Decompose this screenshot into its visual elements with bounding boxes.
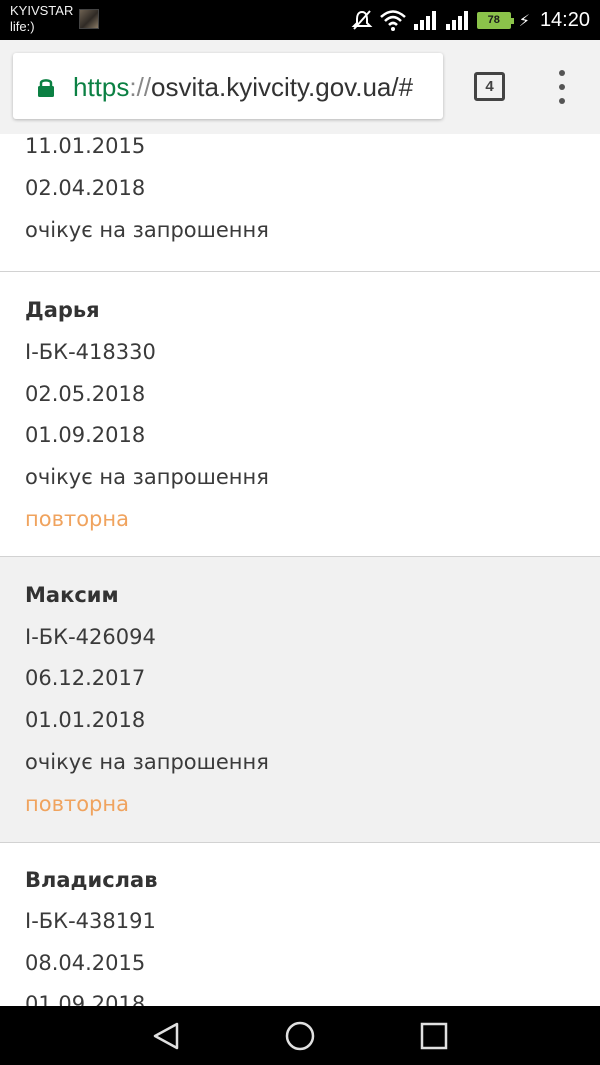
wifi-icon <box>379 10 406 31</box>
date-submitted: 06.12.2017 <box>25 666 146 690</box>
application-id: І-БК-418330 <box>25 340 156 364</box>
lock-icon <box>38 79 54 97</box>
application-id: І-БК-426094 <box>25 625 156 649</box>
url-scheme: https <box>73 72 130 102</box>
clock: 14:20 <box>539 8 590 31</box>
status-bar: KYIVSTAR life:) 78 ⚡ 14:20 <box>0 0 600 40</box>
back-icon[interactable] <box>150 1020 182 1052</box>
child-name: Максим <box>25 583 119 607</box>
url-host: osvita.kyivcity.gov.ua/# <box>151 72 414 102</box>
mute-icon <box>351 10 373 30</box>
status-text: очікує на запрошення <box>25 750 269 774</box>
system-nav-bar <box>0 1006 600 1065</box>
list-item[interactable]: Максим І-БК-426094 06.12.2017 01.01.2018… <box>0 557 600 843</box>
child-name: Дарья <box>25 298 100 322</box>
signal-icon <box>413 11 436 30</box>
overflow-menu-icon[interactable] <box>552 70 572 104</box>
tab-count: 4 <box>485 78 494 95</box>
browser-toolbar: https://osvita.kyivcity.gov.ua/# 4 <box>0 40 600 134</box>
recents-icon[interactable] <box>418 1020 450 1052</box>
status-icons: 78 ⚡ 14:20 <box>351 0 590 40</box>
date-submitted: 11.01.2015 <box>25 134 146 158</box>
sim-contact-icon <box>79 9 99 29</box>
date-submitted: 02.05.2018 <box>25 382 146 406</box>
charging-icon: ⚡ <box>518 10 530 30</box>
carrier-label: KYIVSTAR life:) <box>10 3 74 34</box>
application-id: І-БК-438191 <box>25 909 156 933</box>
url-text[interactable]: https://osvita.kyivcity.gov.ua/# <box>73 72 413 103</box>
list-item[interactable]: Владислав І-БК-438191 08.04.2015 01.09.2… <box>0 843 600 1006</box>
tabs-button[interactable]: 4 <box>474 72 505 101</box>
url-separator: :// <box>129 72 152 102</box>
list-item[interactable]: 11.01.2015 02.04.2018 очікує на запрошен… <box>0 134 600 272</box>
list-item[interactable]: Дарья І-БК-418330 02.05.2018 01.09.2018 … <box>0 272 600 557</box>
child-name: Владислав <box>25 868 158 892</box>
repeat-tag: повторна <box>25 507 129 531</box>
date-wanted: 01.01.2018 <box>25 708 146 732</box>
date-submitted: 08.04.2015 <box>25 951 146 975</box>
date-wanted: 02.04.2018 <box>25 176 146 200</box>
home-icon[interactable] <box>284 1020 316 1052</box>
status-text: очікує на запрошення <box>25 218 269 242</box>
address-bar[interactable]: https://osvita.kyivcity.gov.ua/# <box>13 53 443 119</box>
signal-icon <box>445 11 468 30</box>
queue-list[interactable]: 11.01.2015 02.04.2018 очікує на запрошен… <box>0 134 600 1006</box>
date-wanted: 01.09.2018 <box>25 992 146 1006</box>
date-wanted: 01.09.2018 <box>25 423 146 447</box>
status-text: очікує на запрошення <box>25 465 269 489</box>
repeat-tag: повторна <box>25 792 129 816</box>
battery-icon: 78 <box>476 11 514 29</box>
